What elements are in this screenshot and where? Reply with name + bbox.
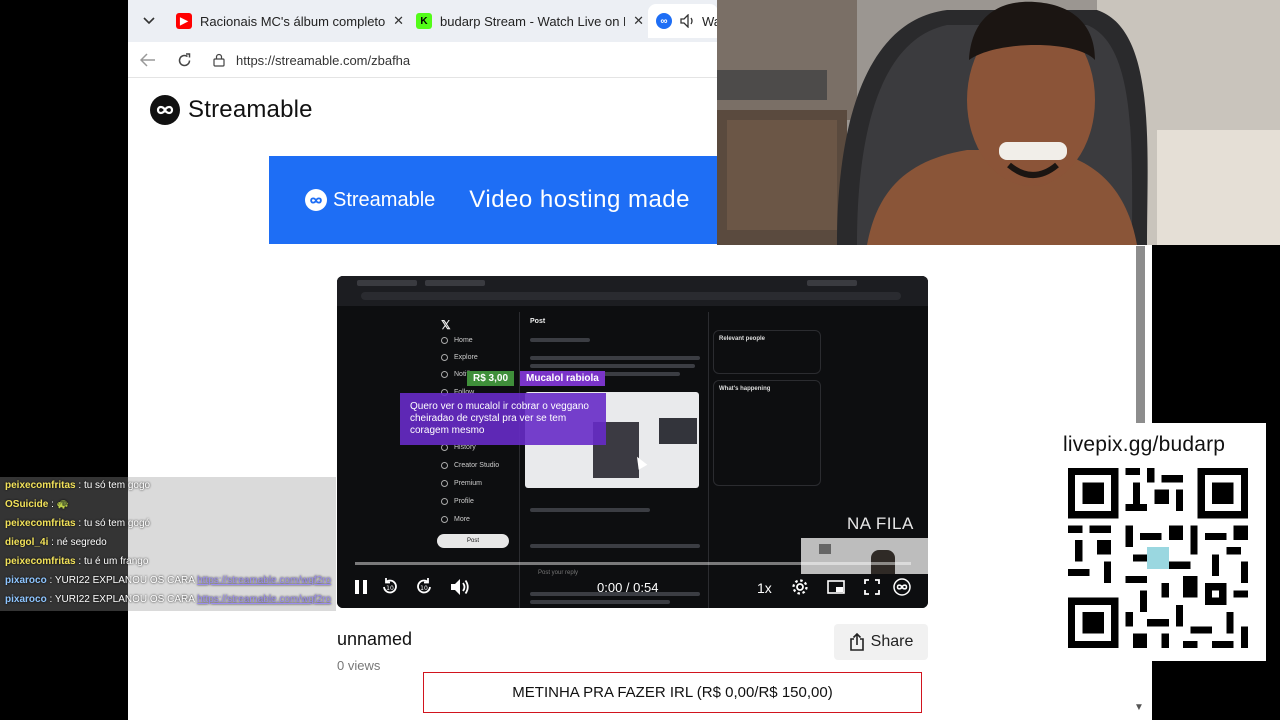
back-button[interactable] — [136, 48, 160, 72]
settings-button[interactable] — [789, 576, 811, 598]
streamable-logo-icon — [150, 95, 180, 125]
turtle-emote-icon: 🐢 — [56, 499, 70, 510]
donation-amount: R$ 3,00 — [467, 371, 515, 386]
banner-tagline: Video hosting made — [469, 186, 690, 213]
x-relevant-label: Relevant people — [719, 336, 766, 342]
pause-icon — [355, 580, 367, 594]
logo-text: Streamable — [188, 96, 313, 123]
x-nav-item: Creator Studio — [441, 462, 499, 469]
chat-message: peixecomfritas : tu só tem gogo — [5, 480, 151, 491]
reload-button[interactable] — [172, 48, 196, 72]
tab-title: budarp Stream - Watch Live on Kic — [440, 13, 626, 29]
streamable-logo-icon — [305, 189, 327, 211]
chat-message: peixecomfritas : tu só tem gogó — [5, 518, 151, 529]
webcam-thumbnail — [801, 538, 928, 574]
webcam-image — [717, 0, 1280, 245]
x-nav-item: Notifi — [441, 371, 470, 378]
chat-message: pixaroco : YURI22 EXPLANOU OS CARA https… — [5, 575, 332, 586]
chat-message: pixaroco : YURI22 EXPLANOU OS CARA https… — [5, 594, 332, 605]
x-nav-item: Profile — [441, 498, 474, 505]
view-count: 0 views — [337, 658, 381, 673]
svg-text:10: 10 — [386, 585, 394, 592]
picture-in-picture-icon — [827, 580, 845, 594]
tab-title: Racionais MC's álbum completo - — [200, 13, 386, 29]
banner-brand: Streamable — [333, 188, 436, 211]
stream-overlay-screen: ▶ Racionais MC's álbum completo - ✕ K bu… — [0, 0, 1280, 720]
x-nav-item: Premium — [441, 480, 482, 487]
streamable-logo-icon — [893, 578, 911, 596]
progress-bar[interactable] — [355, 562, 911, 565]
ad-banner[interactable]: Streamable Video hosting made — [269, 156, 729, 244]
chat-message: peixecomfritas : tu é um frango — [5, 556, 149, 567]
svg-text:10: 10 — [420, 585, 428, 592]
chat-message: OSuicide : 🐢 — [5, 499, 70, 510]
queue-label: NA FILA — [847, 514, 914, 533]
fullscreen-button[interactable] — [861, 576, 883, 598]
playback-speed-button[interactable]: 1x — [757, 580, 772, 596]
video-player[interactable]: 𝕏 Home Explore Notifi Follow History Cre… — [337, 276, 928, 608]
tab-streamable[interactable]: ∞ Wa — [648, 4, 718, 38]
reload-icon — [178, 52, 190, 66]
donation-message: Quero ver o mucalol ir cobrar o veggano … — [400, 393, 606, 445]
goal-bar: METINHA PRA FAZER IRL (R$ 0,00/R$ 150,00… — [423, 672, 922, 713]
donation-user: Mucalol rabiola — [520, 371, 605, 386]
video-frame: 𝕏 Home Explore Notifi Follow History Cre… — [337, 276, 928, 608]
share-icon — [849, 633, 865, 651]
webcam-feed — [717, 0, 1280, 245]
time-display: 0:00 / 0:54 — [597, 580, 659, 595]
youtube-icon: ▶ — [176, 13, 192, 29]
gear-icon — [792, 579, 808, 595]
scroll-down-icon[interactable]: ▼ — [1132, 700, 1146, 714]
x-post-button: Post — [437, 534, 509, 548]
arrow-left-icon — [140, 53, 155, 67]
livepix-qr-panel: livepix.gg/budarp — [1050, 423, 1266, 661]
video-title: unnamed — [337, 629, 413, 649]
x-nav-item: Explore — [441, 354, 478, 361]
tab-search-dropdown[interactable] — [136, 8, 162, 34]
tab-kick[interactable]: K budarp Stream - Watch Live on Kic ✕ — [408, 4, 644, 38]
url-text: https://streamable.com/zbafha — [236, 52, 411, 68]
streamable-icon: ∞ — [656, 13, 672, 29]
pause-button[interactable] — [350, 576, 372, 598]
share-label: Share — [870, 633, 914, 650]
x-nav-item: More — [441, 516, 470, 523]
tab-youtube[interactable]: ▶ Racionais MC's álbum completo - ✕ — [168, 4, 404, 38]
streamable-logo[interactable]: Streamable — [150, 95, 313, 125]
x-logo: 𝕏 — [441, 318, 451, 332]
rewind-10-button[interactable]: 10 — [379, 576, 401, 598]
share-button[interactable]: Share — [834, 624, 928, 660]
player-controls: 10 10 0:00 / 0:54 1x — [337, 572, 928, 602]
x-nav-item: Home — [441, 337, 473, 344]
speaker-icon[interactable] — [680, 14, 696, 28]
chat-message: diegol_4i : né segredo — [5, 537, 107, 548]
x-happening-label: What's happening — [719, 386, 771, 392]
close-icon[interactable]: ✕ — [393, 13, 404, 29]
livepix-url: livepix.gg/budarp — [1063, 433, 1226, 456]
inner-browser-chrome — [337, 276, 928, 306]
url-field[interactable]: https://streamable.com/zbafha — [204, 47, 724, 73]
qr-code — [1068, 468, 1248, 648]
close-icon[interactable]: ✕ — [633, 13, 644, 29]
volume-button[interactable] — [449, 576, 471, 598]
chevron-down-icon — [143, 17, 155, 25]
forward-icon: 10 — [417, 578, 431, 594]
streamable-button[interactable] — [891, 576, 913, 598]
rewind-icon: 10 — [383, 578, 397, 594]
x-post-header: Post — [530, 318, 546, 325]
forward-10-button[interactable]: 10 — [413, 576, 435, 598]
x-nav-item: History — [441, 444, 476, 451]
site-info-icon[interactable] — [212, 53, 226, 67]
volume-icon — [451, 579, 469, 595]
x-right-column: Relevant people What's happening — [713, 330, 821, 490]
tab-title: Wa — [702, 13, 718, 29]
fullscreen-icon — [864, 579, 880, 595]
pip-button[interactable] — [825, 576, 847, 598]
kick-icon: K — [416, 13, 432, 29]
